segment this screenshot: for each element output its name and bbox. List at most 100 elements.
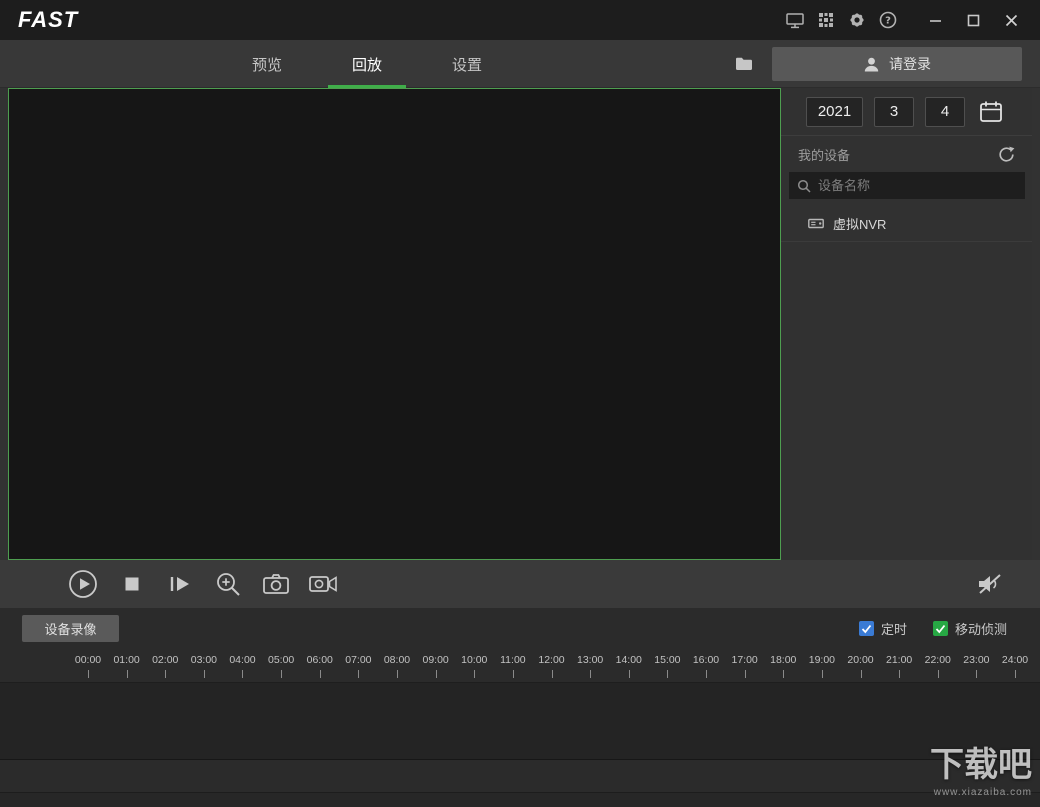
motion-checkbox[interactable] [932,621,948,636]
timeline-tick [899,670,901,678]
user-icon [863,56,880,73]
timed-checkbox[interactable] [858,621,874,636]
tab-group: 预览 回放 设置 [217,40,517,88]
timeline-section: 设备录像 定时 移动侦测 00:00 01:00 02:00 03:00 04:00 05… [0,608,1040,807]
timeline-hour-label: 22:00 [924,654,951,666]
timeline-tick [281,670,283,678]
timeline-hour-label: 13:00 [576,654,604,666]
my-devices-label: 我的设备 [798,147,851,163]
timeline-tick [1015,670,1016,678]
timeline-tick [88,670,89,678]
timeline-hour-label: 08:00 [383,654,411,666]
timeline-hour-label: 20:00 [847,654,874,666]
timeline-hour-label: 05:00 [267,654,295,666]
help-icon[interactable]: ? [878,10,898,30]
timeline-hour-label: 17:00 [731,654,758,666]
tabbar: 预览 回放 设置 请登录 [0,40,1040,88]
tab-playback[interactable]: 回放 [317,40,417,88]
timeline-hour-label: 10:00 [461,654,488,666]
timeline-tick [203,670,205,678]
bottom-strip [0,792,1040,807]
timeline-hour-label: 15:00 [654,654,681,666]
timeline-tick [628,670,630,678]
app-window: FAST ? 预览 回放 设置 请登录 2021 3 4 我的设备 设备名称 虚… [0,0,1040,807]
titlebar: FAST ? [0,0,1040,40]
timeline-hour-label: 14:00 [615,654,642,666]
timeline-tick [512,670,514,678]
timeline-tick [821,670,823,678]
app-logo: FAST [18,7,79,32]
video-display-area[interactable] [8,88,781,560]
nvr-icon [808,217,824,230]
timeline-hour-label: 24:00 [1001,654,1029,666]
timeline-track[interactable] [0,682,1040,760]
device-record-button[interactable]: 设备录像 [22,615,119,642]
minimize-button[interactable] [928,13,942,27]
mute-icon[interactable] [976,573,1002,595]
stop-icon[interactable] [125,577,139,591]
timeline-tick [126,670,128,678]
timeline-hour-label: 09:00 [422,654,449,666]
timeline-hour-label: 11:00 [500,654,526,666]
titlebar-icon-group: ? [785,10,898,30]
refresh-icon[interactable] [998,146,1015,163]
gear-icon[interactable] [847,10,867,30]
timeline-tick [783,670,785,678]
qr-code-icon[interactable] [816,10,836,30]
timeline-tick [358,670,360,678]
device-search[interactable] [789,172,1025,199]
year-input[interactable]: 2021 [806,96,863,127]
timeline-tick [976,670,978,678]
timeline-scale: 00:00 01:00 02:00 03:00 04:00 05:00 06:00 07:00… [75,654,1028,680]
motion-detect-filter[interactable]: 移动侦测 [932,619,1007,638]
zoom-in-icon[interactable] [216,572,241,597]
timeline-tick [744,670,746,678]
timeline-hour-label: 01:00 [113,654,140,666]
record-icon[interactable] [309,575,337,593]
snapshot-icon[interactable] [263,574,289,595]
timeline-tick [705,670,707,678]
month-input[interactable]: 3 [874,96,914,127]
play-icon[interactable] [68,569,98,599]
folder-icon[interactable] [735,56,753,72]
timeline-hour-label: 12:00 [538,654,565,666]
tab-preview[interactable]: 预览 [217,40,317,88]
timeline-tick [937,670,939,678]
timeline-hour-label: 04:00 [229,654,256,666]
timeline-tick [667,670,669,678]
timed-record-filter[interactable]: 定时 [858,619,907,638]
day-input[interactable]: 4 [925,96,965,127]
timeline-hour-label: 19:00 [808,654,836,666]
device-name: 虚拟NVR [833,216,887,232]
login-label: 请登录 [889,56,931,72]
date-picker: 2021 3 4 [781,88,1032,136]
timeline-tick [860,670,862,678]
search-input[interactable] [818,178,1017,193]
close-icon[interactable] [1004,13,1018,27]
timeline-tick [435,670,437,678]
playback-toolbar [0,560,1040,608]
watermark-url: www.xiazaiba.com [933,787,1032,799]
timeline-tick [242,670,244,678]
frame-step-icon[interactable] [169,576,191,593]
timeline-hour-label: 07:00 [345,654,372,666]
watermark: 下载吧 www.xiazaiba.com [930,743,1032,798]
titlebar-controls: ? [785,10,1040,30]
timeline-tick [590,670,592,678]
timeline-hour-label: 23:00 [963,654,990,666]
tab-settings[interactable]: 设置 [417,40,517,88]
watermark-title: 下载吧 [930,746,1032,784]
timeline-hour-label: 18:00 [770,654,797,666]
timed-label: 定时 [880,622,907,637]
device-item[interactable]: 虚拟NVR [781,205,1032,242]
maximize-button[interactable] [966,13,980,27]
calendar-icon[interactable] [979,100,1003,123]
window-buttons [928,13,1018,27]
timeline-tick [551,670,553,678]
timeline-hour-label: 02:00 [152,654,179,666]
login-button[interactable]: 请登录 [772,47,1022,81]
monitor-icon[interactable] [785,10,805,30]
record-type-filters: 定时 移动侦测 [858,615,1007,642]
side-panel: 2021 3 4 我的设备 虚拟NVR [781,88,1032,560]
timeline-hour-label: 06:00 [306,654,333,666]
